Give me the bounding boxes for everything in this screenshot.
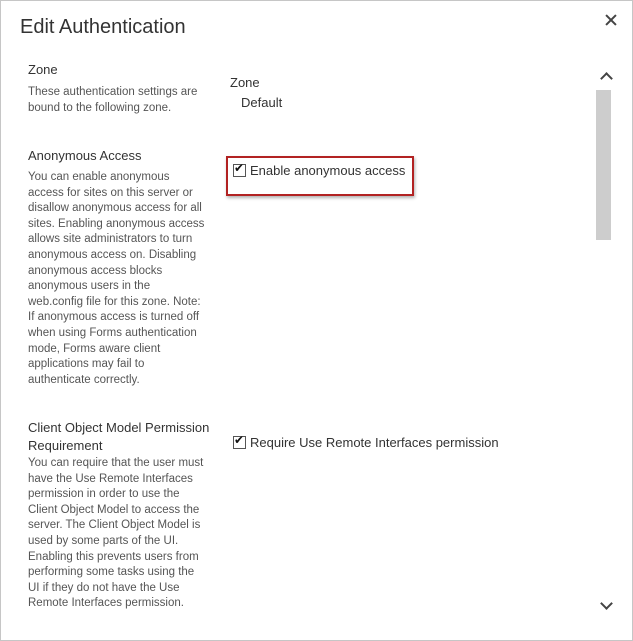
- edit-authentication-dialog: Edit Authentication Zone These authentic…: [0, 0, 633, 641]
- require-remote-interfaces-option[interactable]: Require Use Remote Interfaces permission: [233, 433, 499, 450]
- dialog-content: Zone These authentication settings are b…: [1, 53, 591, 640]
- vertical-scrollbar[interactable]: [596, 61, 613, 621]
- zone-value: Default: [241, 95, 283, 110]
- enable-anonymous-access-option[interactable]: Enable anonymous access: [233, 161, 406, 178]
- require-remote-interfaces-label: Require Use Remote Interfaces permission: [250, 435, 499, 450]
- close-icon[interactable]: [603, 12, 619, 28]
- anonymous-section-description: You can enable anonymous access for site…: [28, 171, 205, 386]
- scrollbar-thumb[interactable]: [596, 90, 611, 240]
- zone-label: Zone: [230, 75, 260, 90]
- anonymous-section-title: Anonymous Access: [28, 148, 142, 163]
- client-om-section-title: Client Object Model Permission Requireme…: [28, 420, 210, 453]
- scroll-down-icon[interactable]: [599, 597, 613, 611]
- require-remote-interfaces-checkbox[interactable]: [233, 433, 246, 449]
- client-om-section-description: You can require that the user must have …: [28, 457, 204, 610]
- enable-anonymous-access-checkbox[interactable]: [233, 161, 246, 177]
- enable-anonymous-access-label: Enable anonymous access: [250, 163, 406, 178]
- dialog-title: Edit Authentication: [20, 16, 186, 38]
- scroll-up-icon[interactable]: [599, 71, 613, 85]
- zone-section-description: These authentication settings are bound …: [28, 86, 198, 114]
- zone-section-title: Zone: [28, 62, 58, 77]
